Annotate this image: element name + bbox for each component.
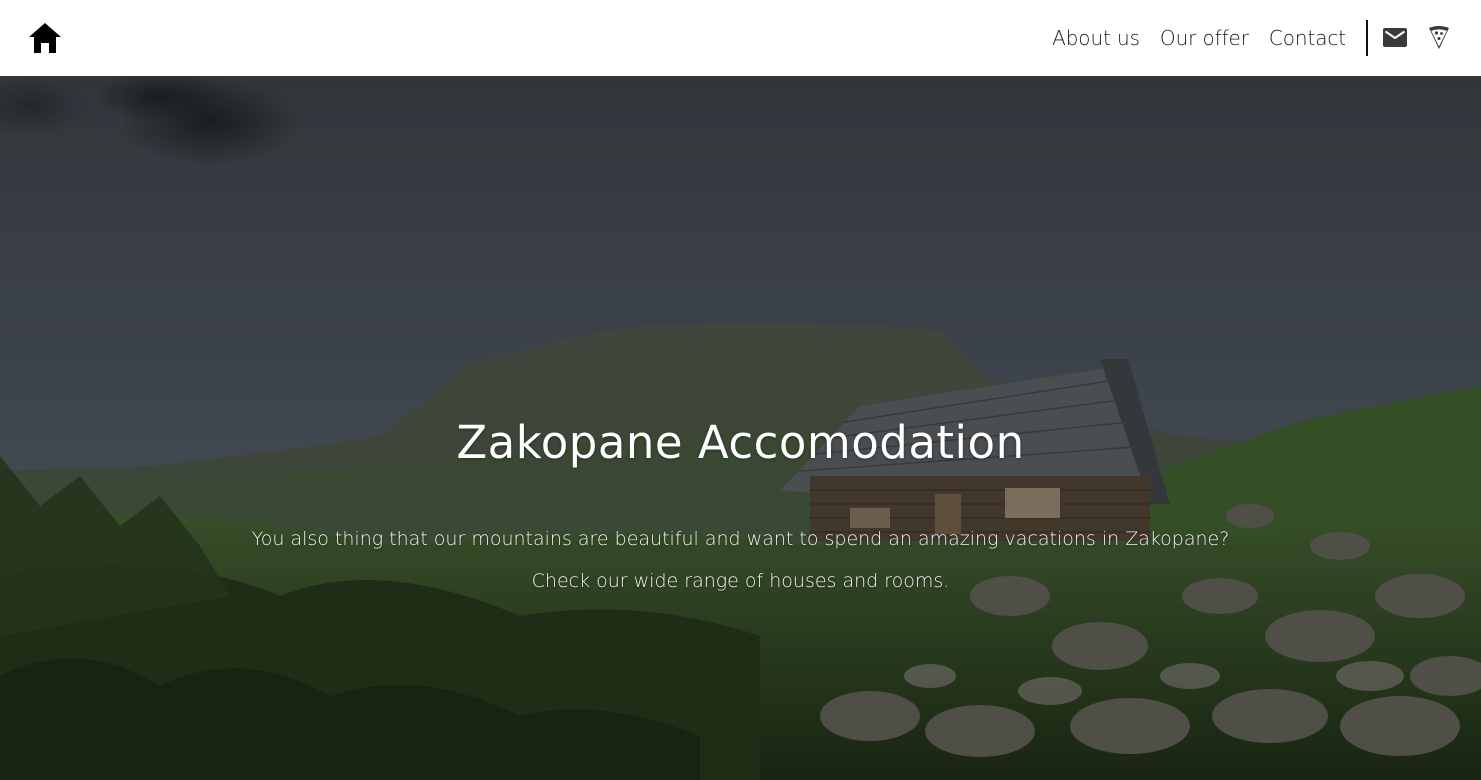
nav-link-about-us[interactable]: About us [1052, 24, 1140, 52]
home-icon [29, 23, 61, 53]
hero-subtitle-line-2: Check our wide range of houses and rooms… [531, 570, 950, 592]
hero-title: Zakopane Accomodation [456, 416, 1025, 469]
pizza-slice-icon [1429, 26, 1449, 49]
nav-divider [1366, 20, 1368, 56]
hero-subtitle-line-1: You also thing that our mountains are be… [251, 528, 1230, 550]
nav-link-contact[interactable]: Contact [1269, 24, 1346, 52]
main-nav: About us Our offer Contact [1052, 24, 1346, 52]
nav-link-our-offer[interactable]: Our offer [1160, 24, 1249, 52]
hero-section: Zakopane Accomodation You also thing tha… [0, 76, 1481, 780]
navbar: About us Our offer Contact [0, 0, 1481, 76]
home-link[interactable] [28, 21, 62, 55]
mail-link[interactable] [1383, 27, 1407, 48]
pizza-link[interactable] [1428, 25, 1450, 50]
envelope-icon [1383, 28, 1407, 47]
